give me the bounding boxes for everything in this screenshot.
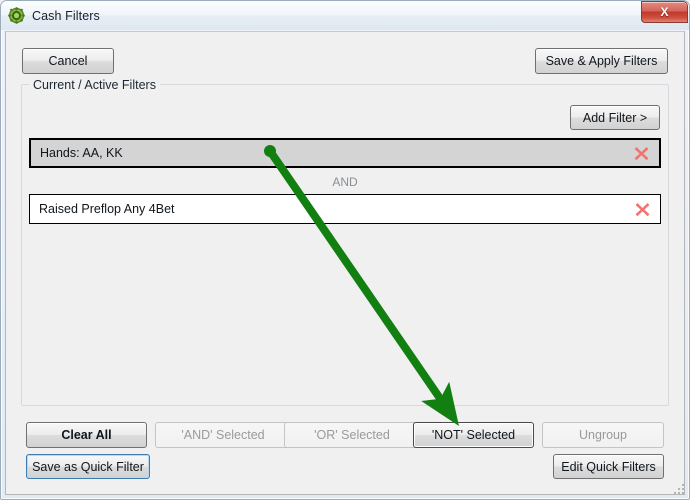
save-apply-filters-button[interactable]: Save & Apply Filters <box>535 48 668 74</box>
cancel-button-label: Cancel <box>48 54 88 68</box>
or-selected-label: 'OR' Selected <box>314 428 390 442</box>
green-gear-icon <box>8 7 25 24</box>
and-selected-button[interactable]: 'AND' Selected <box>155 422 291 448</box>
or-selected-button[interactable]: 'OR' Selected <box>284 422 420 448</box>
ungroup-button[interactable]: Ungroup <box>542 422 664 448</box>
not-selected-label: 'NOT' Selected <box>431 428 516 442</box>
filter-list: Hands: AA, KK AND Raised Preflop Any 4Be… <box>29 138 661 398</box>
clear-all-button[interactable]: Clear All <box>26 422 147 448</box>
save-as-quick-filter-label: Save as Quick Filter <box>32 459 144 474</box>
resize-grip[interactable] <box>673 483 686 496</box>
add-filter-button[interactable]: Add Filter > <box>570 105 660 130</box>
edit-quick-filters-button[interactable]: Edit Quick Filters <box>553 454 664 479</box>
edit-quick-filters-label: Edit Quick Filters <box>561 459 656 474</box>
close-icon: X <box>660 5 669 19</box>
not-selected-button[interactable]: 'NOT' Selected <box>413 422 534 448</box>
red-x-icon[interactable] <box>628 140 654 166</box>
save-apply-filters-label: Save & Apply Filters <box>545 54 658 68</box>
active-filters-legend: Current / Active Filters <box>29 78 160 92</box>
window-title: Cash Filters <box>32 8 100 23</box>
filter-conjunction: AND <box>332 175 358 189</box>
filter-row-label: Hands: AA, KK <box>40 146 123 160</box>
close-button[interactable]: X <box>641 1 688 23</box>
save-as-quick-filter-button[interactable]: Save as Quick Filter <box>26 454 150 479</box>
red-x-icon[interactable] <box>629 196 655 222</box>
filter-row-label: Raised Preflop Any 4Bet <box>39 202 175 216</box>
clear-all-label: Clear All <box>61 428 112 442</box>
filter-row[interactable]: Raised Preflop Any 4Bet <box>29 194 661 224</box>
ungroup-label: Ungroup <box>579 428 627 442</box>
add-filter-label: Add Filter > <box>582 110 648 125</box>
and-selected-label: 'AND' Selected <box>181 428 265 442</box>
title-bar[interactable]: Cash Filters <box>1 1 689 30</box>
filter-row[interactable]: Hands: AA, KK <box>29 138 661 168</box>
cash-filters-window: Cash Filters X Cancel Save & Apply Filte… <box>0 0 690 500</box>
cancel-button[interactable]: Cancel <box>22 48 114 74</box>
